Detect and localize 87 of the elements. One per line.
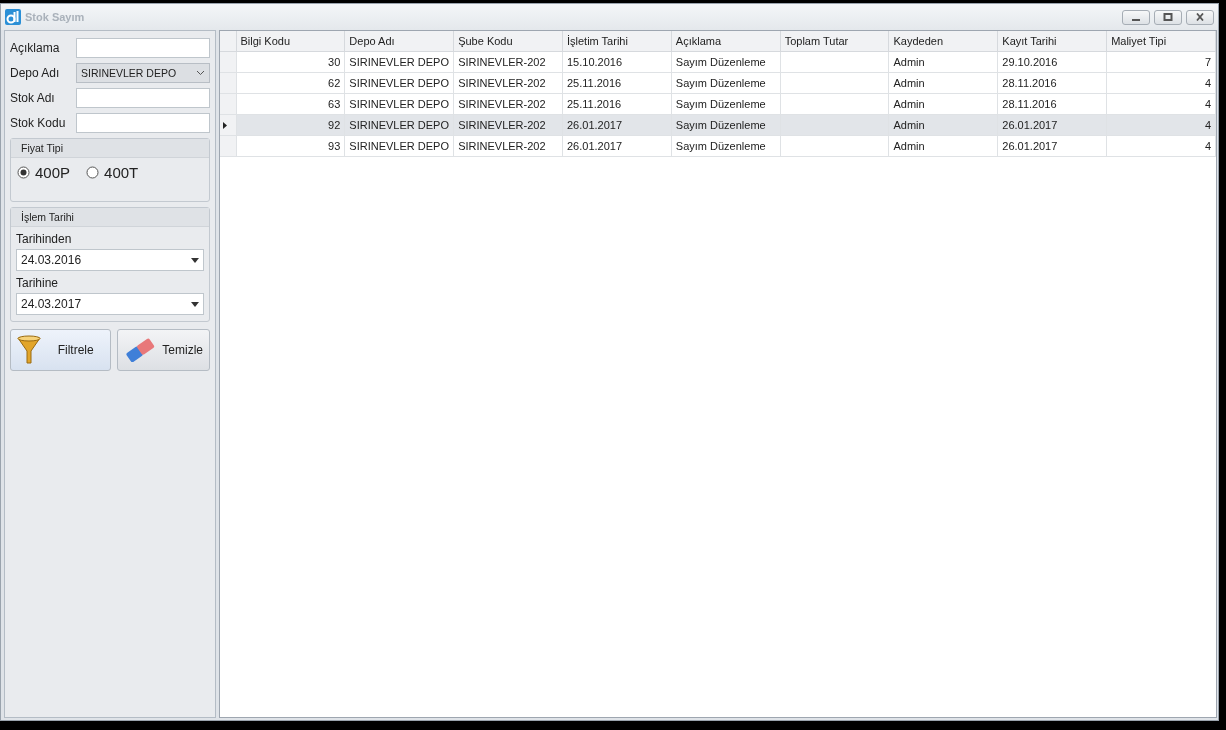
column-header[interactable]: Depo Adı (344, 31, 454, 52)
table-cell: 4 (1106, 93, 1216, 115)
table-cell: SIRINEVLER-202 (453, 135, 563, 157)
radio-option[interactable]: 400T (86, 164, 139, 181)
table-cell: 28.11.2016 (997, 72, 1107, 94)
eraser-icon (124, 338, 157, 362)
table-cell: 26.01.2017 (997, 135, 1107, 157)
table-cell: 15.10.2016 (562, 51, 672, 73)
column-header[interactable]: Şube Kodu (453, 31, 563, 52)
table-cell: 25.11.2016 (562, 93, 672, 115)
table-row[interactable]: 30 SIRINEVLER DEPO SIRINEVLER-202 15.10.2016 Sayım Düzenleme Admin 29.10.2016 7 (220, 51, 1216, 73)
column-header[interactable]: Maliyet Tipi (1106, 31, 1216, 52)
column-header[interactable]: Kaydeden (888, 31, 998, 52)
table-cell: Sayım Düzenleme (671, 93, 781, 115)
table-cell: 29.10.2016 (997, 51, 1107, 73)
field-label: Tarihinden (16, 232, 73, 246)
field-label: Açıklama (10, 41, 61, 55)
field-label: Depo Adı (10, 66, 61, 80)
column-header[interactable]: Açıklama (671, 31, 781, 52)
table-cell: 4 (1106, 114, 1216, 136)
clear-button[interactable]: Temizle (117, 329, 210, 371)
table-cell: SIRINEVLER DEPO (344, 114, 454, 136)
radio-option[interactable]: 400P (17, 164, 71, 181)
column-header[interactable]: Kayıt Tarihi (997, 31, 1107, 52)
table-cell: 93 (236, 135, 345, 157)
table-cell: Sayım Düzenleme (671, 114, 781, 136)
table-cell: 4 (1106, 135, 1216, 157)
close-icon (1195, 13, 1205, 21)
funnel-icon (17, 335, 41, 365)
dropdown-arrow-icon (191, 301, 199, 307)
field-label: Stok Kodu (10, 116, 67, 130)
input-field[interactable] (76, 113, 210, 133)
table-cell: 26.01.2017 (997, 114, 1107, 136)
table-cell: Admin (888, 93, 998, 115)
input-field[interactable] (76, 88, 210, 108)
group-title: Fiyat Tipi (11, 139, 209, 158)
table-cell: SIRINEVLER DEPO (344, 135, 454, 157)
column-header[interactable]: İşletim Tarihi (562, 31, 672, 52)
close-button[interactable] (1186, 9, 1214, 25)
row-pointer-icon (223, 122, 227, 129)
radio-icon (17, 166, 30, 179)
group-title: İşlem Tarihi (11, 208, 209, 227)
table-cell: 30 (236, 51, 345, 73)
table-cell: SIRINEVLER-202 (453, 114, 563, 136)
filter-button[interactable]: Filtrele (10, 329, 112, 371)
table-cell: 92 (236, 114, 345, 136)
maximize-button[interactable] (1154, 9, 1182, 25)
table-cell: Admin (888, 72, 998, 94)
field-label: Tarihine (16, 276, 60, 290)
table-cell: 26.01.2017 (562, 114, 672, 136)
table-cell: 4 (1106, 72, 1216, 94)
window-title: Stok Sayım (25, 11, 86, 23)
table-cell: Admin (888, 114, 998, 136)
column-header[interactable]: Toplam Tutar (780, 31, 889, 52)
dropdown-arrow-icon (191, 257, 199, 263)
table-cell: 62 (236, 72, 345, 94)
radio-icon (86, 166, 100, 179)
table-cell: 28.11.2016 (997, 93, 1107, 115)
field-label: Stok Adı (10, 91, 56, 105)
table-cell: SIRINEVLER-202 (453, 72, 563, 94)
date-field[interactable]: 24.03.2016 (16, 249, 204, 271)
table-cell: SIRINEVLER-202 (453, 93, 563, 115)
table-cell: SIRINEVLER DEPO (344, 51, 454, 73)
table-row[interactable]: 62 SIRINEVLER DEPO SIRINEVLER-202 25.11.2016 Sayım Düzenleme Admin 28.11.2016 4 (220, 72, 1216, 94)
table-cell: Sayım Düzenleme (671, 72, 781, 94)
table-row[interactable]: 92 SIRINEVLER DEPO SIRINEVLER-202 26.01.2017 Sayım Düzenleme Admin 26.01.2017 4 (220, 114, 1216, 136)
table-cell: Sayım Düzenleme (671, 135, 781, 157)
table-row[interactable]: 63 SIRINEVLER DEPO SIRINEVLER-202 25.11.2016 Sayım Düzenleme Admin 28.11.2016 4 (220, 93, 1216, 115)
table-cell: SIRINEVLER-202 (453, 51, 563, 73)
chevron-down-icon (196, 70, 205, 76)
table-cell: SIRINEVLER DEPO (344, 72, 454, 94)
table-cell: SIRINEVLER DEPO (344, 93, 454, 115)
app-logo-icon (5, 9, 21, 25)
date-field[interactable]: 24.03.2017 (16, 293, 204, 315)
table-cell: Admin (888, 135, 998, 157)
table-cell: Admin (888, 51, 998, 73)
maximize-icon (1163, 13, 1173, 21)
table-cell: 25.11.2016 (562, 72, 672, 94)
table-row[interactable]: 93 SIRINEVLER DEPO SIRINEVLER-202 26.01.2017 Sayım Düzenleme Admin 26.01.2017 4 (220, 135, 1216, 157)
table-cell: 26.01.2017 (562, 135, 672, 157)
table-cell: 7 (1106, 51, 1216, 73)
minimize-button[interactable] (1122, 9, 1150, 25)
input-field[interactable] (76, 38, 210, 58)
column-header[interactable]: Bilgi Kodu (236, 31, 345, 52)
depot-dropdown[interactable]: SIRINEVLER DEPO (76, 63, 210, 83)
table-cell: 63 (236, 93, 345, 115)
table-cell: Sayım Düzenleme (671, 51, 781, 73)
